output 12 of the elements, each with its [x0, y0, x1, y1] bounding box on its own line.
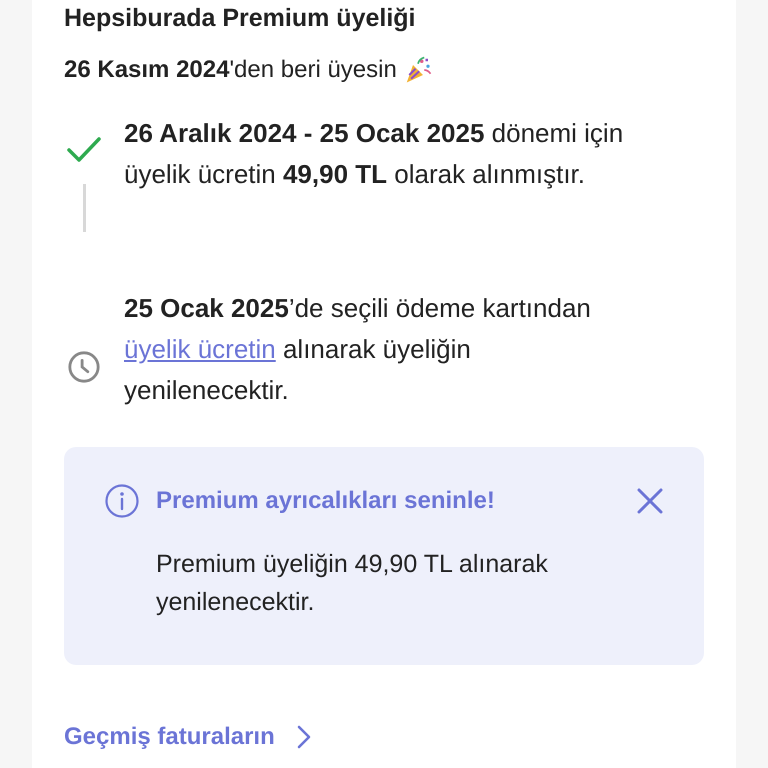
timeline-text: 25 Ocak 2025’de seçili ödeme kartından üyelik ücretin alınarak üyeliğin yenilenecektir. — [124, 292, 592, 407]
past-invoices-link[interactable]: Geçmiş faturaların — [64, 723, 704, 751]
info-message: Premium üyeliğin 49,90 TL alınarak yenilenecektir. — [156, 549, 549, 618]
timeline-text: 26 Aralık 2024 - 25 Ocak 2025 dönemi için üyelik ücretin 49,90 TL olarak alınmıştır. — [124, 117, 624, 191]
chevron-right-icon — [296, 725, 311, 749]
close-button[interactable] — [636, 487, 664, 515]
info-icon — [104, 483, 140, 519]
connector-line — [82, 184, 86, 232]
info-title: Premium ayrıcalıkları seninle! — [156, 487, 496, 515]
member-since-text: 26 Kasım 2024'den beri üyesin — [64, 56, 397, 84]
fee-link[interactable]: üyelik ücretin — [124, 334, 276, 364]
page-heading: Hepsiburada Premium üyeliği — [64, 3, 416, 33]
